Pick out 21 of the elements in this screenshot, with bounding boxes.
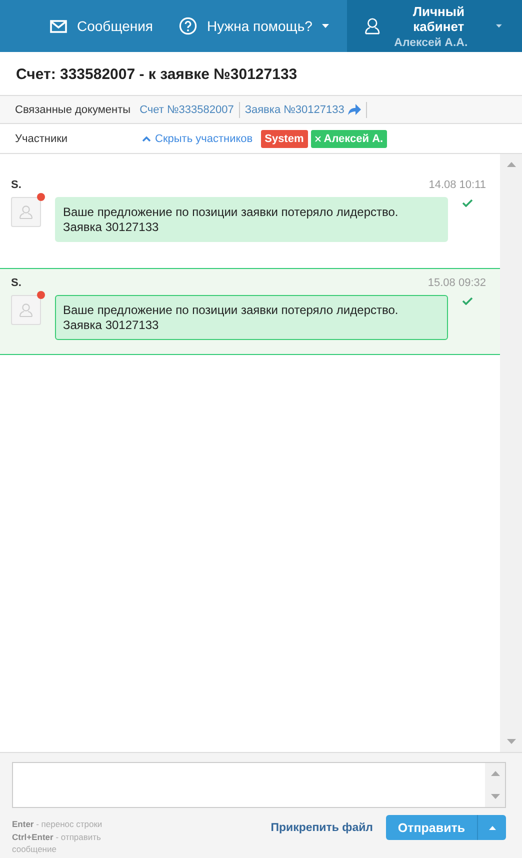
participant-tag[interactable]: System: [260, 130, 308, 148]
document-link[interactable]: Заявка №30127133: [240, 102, 368, 118]
account-button[interactable]: Личный кабинет Алексей А.А.: [347, 0, 522, 52]
attach-file-link[interactable]: Прикрепить файл: [270, 822, 373, 834]
keyboard-hint: Ctrl+Enter - отправить сообщение: [12, 830, 102, 856]
author-name: S.: [11, 179, 22, 191]
message-time: 14.08 10:11: [428, 179, 486, 191]
message-time: 15.08 09:32: [428, 277, 486, 289]
participant-tag[interactable]: Алексей А.: [310, 130, 388, 148]
hide-participants-link[interactable]: Скрыть участников: [142, 132, 253, 144]
message-row[interactable]: S. 15.08 09:32 Ваше предложение по позиции заявки потеряло лидерство. Заявка 30127133: [0, 268, 500, 355]
message-bubble: Ваше предложение по позиции заявки потеряло лидерство. Заявка 30127133: [55, 295, 448, 340]
messages-button[interactable]: Сообщения: [42, 0, 161, 52]
message-bubble: Ваше предложение по позиции заявки потеряло лидерство. Заявка 30127133: [55, 197, 448, 242]
participants-label: Участники: [15, 132, 69, 144]
help-button[interactable]: Нужна помощь?: [170, 0, 338, 52]
document-link[interactable]: Счет №333582007: [140, 102, 240, 118]
author-name: S.: [11, 277, 22, 289]
related-label: Связанные документы: [15, 104, 131, 116]
keyboard-hint: Enter - перенос строки: [12, 818, 104, 830]
send-button[interactable]: Отправить: [386, 815, 477, 840]
